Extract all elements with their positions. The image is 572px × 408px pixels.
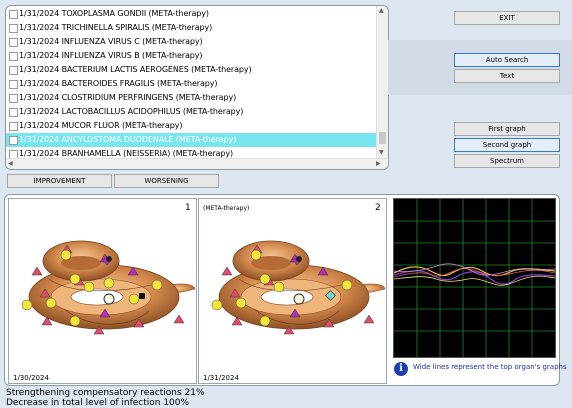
first-graph-button[interactable]: First graph — [454, 122, 560, 136]
graph-therapy-label: (META-therapy) — [203, 205, 250, 212]
graph-number: 2 — [375, 203, 381, 213]
text-button[interactable]: Text — [454, 69, 560, 83]
graph-number: 1 — [185, 203, 191, 213]
list-item-label: 1/31/2024 BACTEROIDES FRAGILIS (META-the… — [19, 79, 218, 88]
list-item-checkbox[interactable] — [9, 38, 18, 47]
intestine-illustration-1 — [21, 240, 196, 335]
auto-search-button[interactable]: Auto Search — [454, 53, 560, 67]
scroll-right-icon[interactable]: ▶ — [376, 160, 381, 168]
list-item[interactable]: 1/31/2024 INFLUENZA VIRUS C (META-therap… — [6, 35, 376, 49]
list-item-label: 1/31/2024 CLOSTRIDIUM PERFRINGENS (META-… — [19, 93, 237, 102]
list-item[interactable]: 1/31/2024 LACTOBACILLUS ACIDOPHILUS (MET… — [6, 105, 376, 119]
spectrum-graph — [393, 198, 556, 358]
status-line-1: Strengthening compensatory reactions 21% — [6, 388, 205, 398]
list-item[interactable]: 1/31/2024 MUCOR FLUOR (META-therapy) — [6, 119, 376, 133]
list-item-checkbox[interactable] — [9, 52, 18, 61]
list-item[interactable]: 1/31/2024 INFLUENZA VIRUS B (META-therap… — [6, 49, 376, 63]
control-band — [388, 40, 572, 95]
list-item-label: 1/31/2024 MUCOR FLUOR (META-therapy) — [19, 121, 183, 130]
info-text: Wide lines represent the top organ's gra… — [413, 363, 567, 371]
list-item-checkbox[interactable] — [9, 150, 18, 158]
list-item-label: 1/31/2024 TOXOPLASMA GONDII (META-therap… — [19, 9, 209, 18]
organ-list: 1/31/2024 TOXOPLASMA GONDII (META-therap… — [6, 6, 376, 158]
list-item-checkbox[interactable] — [9, 80, 18, 89]
list-item-selected[interactable]: 1/31/2024 ANCYLOSTOMA DUODENALE (META-th… — [6, 133, 376, 147]
list-item-label: 1/31/2024 TRICHINELLA SPIRALIS (META-the… — [19, 23, 213, 32]
info-icon[interactable]: i — [394, 362, 408, 376]
scroll-up-icon[interactable]: ▲ — [379, 7, 384, 15]
organ-image-1: 1 1/30/2024 — [8, 198, 197, 384]
horizontal-scrollbar[interactable]: ◀ ▶ — [6, 158, 387, 169]
list-item[interactable]: 1/31/2024 BACTERIUM LACTIS AEROGENES (ME… — [6, 63, 376, 77]
second-graph-button[interactable]: Second graph — [454, 138, 560, 152]
list-item[interactable]: 1/31/2024 BRANHAMELLA (NEISSERIA) (META-… — [6, 147, 376, 158]
exit-button[interactable]: EXIT — [454, 11, 560, 25]
worsening-button[interactable]: WORSENING — [114, 174, 219, 188]
list-item-checkbox[interactable] — [9, 10, 18, 19]
graph-date: 1/30/2024 — [13, 374, 49, 382]
list-item-checkbox[interactable] — [9, 122, 18, 131]
list-item-label: 1/31/2024 LACTOBACILLUS ACIDOPHILUS (MET… — [19, 107, 244, 116]
list-item[interactable]: 1/31/2024 CLOSTRIDIUM PERFRINGENS (META-… — [6, 91, 376, 105]
list-item-checkbox[interactable] — [9, 66, 18, 75]
vertical-scrollbar[interactable]: ▲ ▼ — [376, 6, 388, 158]
spectrum-plot — [394, 199, 555, 357]
list-item[interactable]: 1/31/2024 TRICHINELLA SPIRALIS (META-the… — [6, 21, 376, 35]
list-item-label: 1/31/2024 ANCYLOSTOMA DUODENALE (META-th… — [19, 135, 237, 144]
list-item-label: 1/31/2024 INFLUENZA VIRUS B (META-therap… — [19, 51, 203, 60]
list-item-label: 1/31/2024 BACTERIUM LACTIS AEROGENES (ME… — [19, 65, 252, 74]
list-item-checkbox[interactable] — [9, 24, 18, 33]
spectrum-button[interactable]: Spectrum — [454, 154, 560, 168]
list-item-checkbox[interactable] — [9, 108, 18, 117]
graph-panel: 1 1/30/2024 (META-therapy) 2 1/31/2024 i… — [4, 194, 567, 386]
list-item-label: 1/31/2024 BRANHAMELLA (NEISSERIA) (META-… — [19, 149, 234, 158]
organ-image-2: (META-therapy) 2 1/31/2024 — [198, 198, 387, 384]
organ-list-panel: 1/31/2024 TOXOPLASMA GONDII (META-therap… — [5, 5, 389, 170]
list-item-label: 1/31/2024 INFLUENZA VIRUS C (META-therap… — [19, 37, 203, 46]
graph-date: 1/31/2024 — [203, 374, 239, 382]
list-item-checkbox[interactable] — [9, 94, 18, 103]
list-item[interactable]: 1/31/2024 TOXOPLASMA GONDII (META-therap… — [6, 7, 376, 21]
intestine-illustration-2 — [211, 240, 386, 335]
list-item[interactable]: 1/31/2024 BACTEROIDES FRAGILIS (META-the… — [6, 77, 376, 91]
list-item-checkbox[interactable] — [9, 136, 18, 145]
improvement-button[interactable]: IMPROVEMENT — [7, 174, 112, 188]
vertical-scroll-thumb[interactable] — [379, 132, 386, 144]
scroll-down-icon[interactable]: ▼ — [379, 149, 384, 157]
scroll-left-icon[interactable]: ◀ — [8, 160, 13, 168]
